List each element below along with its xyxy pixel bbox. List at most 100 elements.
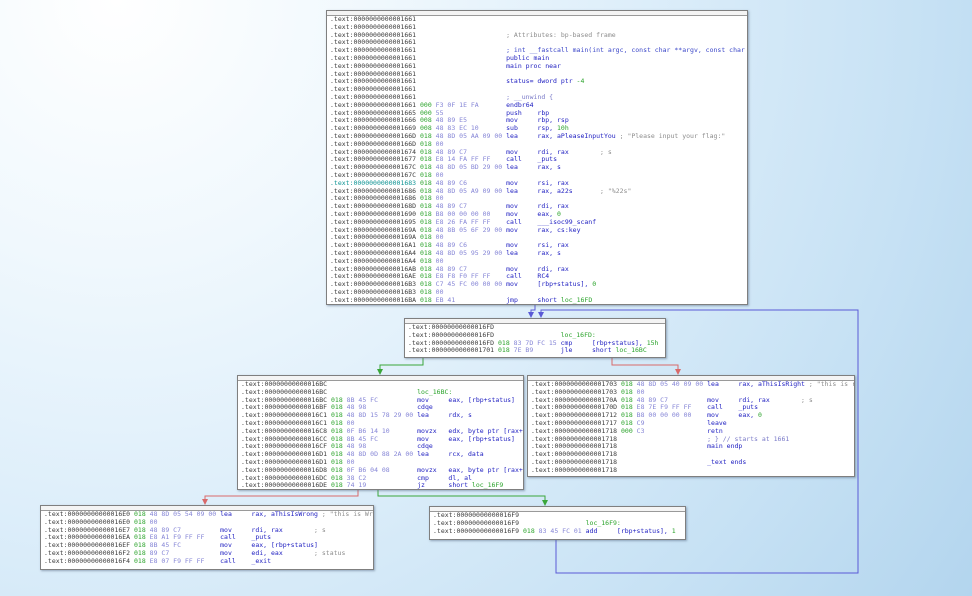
asm-line[interactable]: .text:00000000000016BA 018 EB 41 jmp sho… [327,297,747,305]
asm-segment-num: 0 [557,210,561,218]
asm-segment-addr: .text:00000000000016F9 [433,527,519,535]
asm-segment-addr: .text:0000000000001718 [531,427,617,435]
asm-segment-ins: add [rbp+status], [586,527,672,535]
asm-segment-addr: .text:0000000000001712 [531,411,617,419]
asm-line[interactable]: .text:00000000000016DE 018 74 19 jz shor… [238,482,523,490]
asm-segment-ins: mov rsi, rax [506,179,569,187]
asm-segment-byt: E8 14 FA FF FF [436,155,506,163]
asm-segment-sp: 018 [327,403,347,411]
asm-segment-byt: E8 F8 F0 FF FF [436,272,506,280]
asm-segment-addr: .text:0000000000001661 [330,23,416,31]
asm-segment-addr: .text:000000000000167C [330,163,416,171]
asm-segment-addr: .text:00000000000016BC [241,380,327,388]
asm-segment-ins: lea rax, aThisIsWrong [220,510,318,518]
asm-segment-addr: .text:0000000000001695 [330,218,416,226]
graph-node-loc_1703-right[interactable]: .text:0000000000001703 018 48 8D 05 40 0… [527,375,855,477]
asm-segment-byt: C9 [637,419,707,427]
asm-segment-addr: .text:00000000000016E0 [44,518,130,526]
asm-segment-addr: .text:0000000000001686 [330,187,416,195]
asm-segment-sp: 018 [617,388,637,396]
asm-segment-ins: movzx eax, byte ptr [rax+rcx] [417,466,524,474]
asm-segment-ins: leave [707,419,727,427]
asm-segment-ins: mov rbp, rsp [506,116,569,124]
asm-segment-addr: .text:0000000000001661 [330,62,416,70]
asm-segment-addr: .text:0000000000001661 [330,38,416,46]
asm-segment-addr: .text:0000000000001661 [330,70,416,78]
asm-segment-ins: mov rdi, rax [707,396,801,404]
asm-segment-ins: lea rax, a22s [506,187,600,195]
asm-segment-addr: .text:0000000000001666 [330,116,416,124]
asm-segment-cmt: ; "this is Wrong~" [318,510,374,518]
asm-segment-addr: .text:000000000000166D [330,140,416,148]
asm-segment-addr: .text:000000000000168D [330,202,416,210]
asm-segment-addr: .text:00000000000016EF [44,541,130,549]
asm-segment-num: 1 [672,527,676,535]
asm-segment-ins: mov rdi, rax [506,148,600,156]
asm-segment-num: -4 [577,77,585,85]
asm-segment-ins: public main [416,54,549,62]
asm-segment-loc: loc_16BC [615,346,646,354]
asm-segment-sp: 018 [327,474,347,482]
asm-segment-sp: 018 [327,442,347,450]
asm-segment-addr: .text:00000000000016AB [330,265,416,273]
asm-segment-ins: _text ends [617,458,746,466]
asm-segment-addr: .text:0000000000001701 [408,346,494,354]
asm-segment-addr: .text:00000000000016BC [241,388,327,396]
asm-segment-byt: 48 8D 0D 88 2A 00 [347,450,417,458]
asm-segment-ins: cmp dl, al [417,474,472,482]
asm-segment-sp: 018 [416,249,436,257]
asm-segment-addr: .text:0000000000001661 [330,15,416,23]
graph-node-main-entry-1661[interactable]: .text:0000000000001661.text:000000000000… [326,10,748,305]
asm-segment-cmtb: ; __unwind { [416,93,553,101]
asm-segment-sp: 018 [416,210,436,218]
asm-segment-byt: 48 89 C7 [637,396,707,404]
asm-segment-byt: E8 7E F9 FF FF [637,403,707,411]
asm-segment-cmt: ; Attributes: bp-based frame [416,31,616,39]
asm-segment-ins: status= dword ptr [416,77,576,85]
graph-node-loc_16E0-wrong[interactable]: .text:00000000000016E0 018 48 8D 05 54 0… [40,505,374,570]
asm-segment-ins: lea rdx, s [417,411,472,419]
asm-segment-byt: 38 C2 [347,474,417,482]
asm-segment-cmt: ; s [600,148,612,156]
asm-segment-ins: mov eax, [rbp+status] [417,396,515,404]
asm-segment-byt: 83 7D FC 15 [514,339,561,347]
asm-line[interactable]: .text:00000000000016F4 018 E8 07 F9 FF F… [41,558,373,566]
asm-segment-sp: 018 [327,396,347,404]
asm-segment-cmt: ; status [314,549,345,557]
asm-segment-sp: 000 [416,101,436,109]
asm-segment-sp: 018 [416,280,436,288]
asm-segment-addr: .text:00000000000016F4 [44,557,130,565]
asm-segment-byt: 89 C7 [150,549,220,557]
asm-segment-byt: 0F B6 04 08 [347,466,417,474]
asm-segment-byt: 48 8D 05 95 29 00 [436,249,506,257]
graph-node-loc_16F9[interactable]: .text:00000000000016F9.text:000000000000… [429,506,686,540]
asm-segment-sp: 018 [130,549,150,557]
asm-segment-sp: 018 [494,346,514,354]
asm-line[interactable]: .text:0000000000001718 [528,467,854,475]
asm-segment-addrcur: .text:0000000000001683 [330,179,416,187]
asm-segment-cmt: ; s [314,526,326,534]
graph-node-loc_16FD[interactable]: .text:00000000000016FD.text:000000000000… [404,318,666,358]
asm-segment-ins: mov eax, [707,411,758,419]
asm-segment-ins: mov rdi, rax [506,265,569,273]
asm-segment-sp: 018 [327,411,347,419]
asm-segment-addr: .text:0000000000001674 [330,148,416,156]
asm-segment-addr: .text:000000000000169A [330,226,416,234]
asm-line[interactable]: .text:00000000000016F9 018 83 45 FC 01 a… [430,528,685,536]
asm-segment-addr: .text:00000000000016D1 [241,458,327,466]
asm-segment-sp: 018 [416,272,436,280]
asm-segment-ins: mov rsi, rax [506,241,569,249]
edge-jz-false-16BC-to-16E0 [205,490,358,502]
asm-segment-ins: push rbp [506,109,549,117]
graph-node-loc_16BC[interactable]: .text:00000000000016BC.text:000000000000… [237,375,524,490]
asm-segment-addr: .text:00000000000016A4 [330,257,416,265]
asm-line[interactable]: .text:0000000000001701 018 7E B9 jle sho… [405,347,665,355]
asm-segment-sp: 018 [327,435,347,443]
asm-segment-byt: 48 8D 15 78 29 00 [347,411,417,419]
asm-segment-ins: lea rcx, data [417,450,484,458]
asm-segment-addr: .text:00000000000016C1 [241,411,327,419]
asm-segment-byt: 00 [150,518,220,526]
asm-segment-ins: lea rax, aPleaseInputYou [506,132,616,140]
asm-segment-addr: .text:000000000000169A [330,233,416,241]
asm-segment-sp: 018 [494,339,514,347]
